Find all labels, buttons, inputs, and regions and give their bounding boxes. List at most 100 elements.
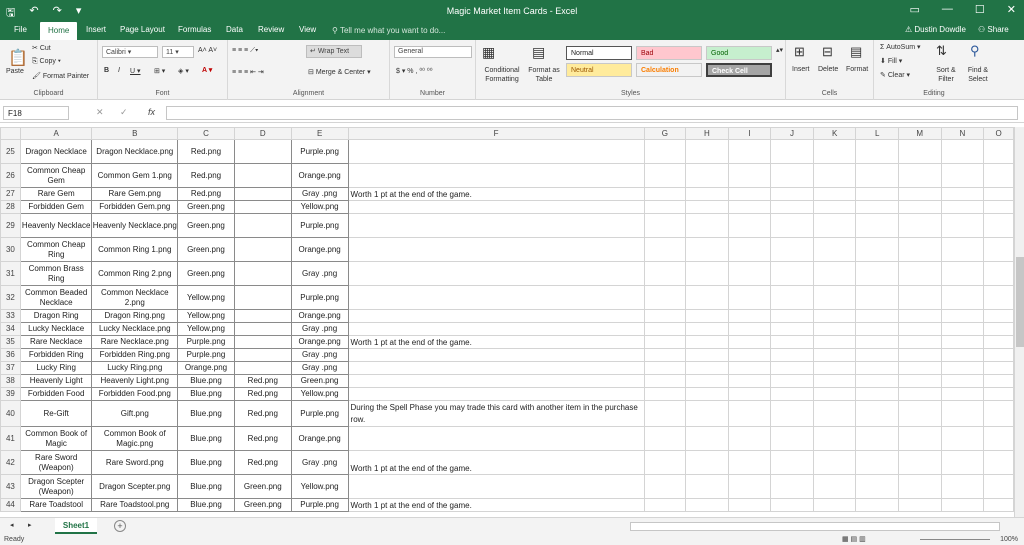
cell-empty[interactable] (983, 200, 1014, 214)
cell-empty[interactable] (685, 361, 729, 375)
cell-color-2[interactable]: Red.png (233, 426, 292, 451)
column-header-b[interactable]: B (91, 127, 179, 140)
cell-item-name[interactable]: Common Brass Ring (19, 261, 93, 286)
cell-image-file[interactable]: Rare Gem.png (91, 187, 179, 201)
cell-description[interactable] (347, 387, 645, 401)
underline-icon[interactable]: U ▾ (130, 67, 141, 75)
bold-icon[interactable]: B (104, 67, 109, 74)
share-button[interactable]: ⚇ Share (978, 25, 1009, 34)
cell-empty[interactable] (897, 387, 942, 401)
column-header-e[interactable]: E (290, 127, 349, 140)
paste-icon[interactable]: 📋 (8, 48, 28, 68)
align-top-icons[interactable]: ≡ ≡ ≡ ⟋▾ (232, 47, 258, 55)
clear-button[interactable]: ✎ Clear ▾ (880, 71, 910, 79)
cell-color-1[interactable]: Red.png (177, 187, 235, 201)
cell-description[interactable]: Worth 1 pt at the end of the game. (347, 498, 645, 512)
cell-description[interactable] (347, 322, 645, 336)
cell-empty[interactable] (983, 498, 1014, 512)
cell-empty[interactable] (685, 285, 729, 310)
cell-color-3[interactable]: Gray .png (290, 348, 349, 362)
cell-color-2[interactable] (233, 213, 292, 238)
cell-description[interactable] (347, 374, 645, 388)
row-header[interactable]: 25 (0, 139, 21, 164)
cell-empty[interactable] (940, 200, 985, 214)
row-header[interactable]: 26 (0, 163, 21, 188)
font-grow-shrink-icon[interactable]: A˄ A˅ (198, 47, 217, 54)
cell-empty[interactable] (727, 309, 772, 323)
font-size-select[interactable]: 11 ▾ (162, 46, 194, 58)
row-header[interactable]: 39 (0, 387, 21, 401)
cell-empty[interactable] (727, 200, 772, 214)
cell-color-2[interactable] (233, 200, 292, 214)
cell-color-2[interactable]: Green.png (233, 474, 292, 499)
column-header-o[interactable]: O (983, 127, 1014, 140)
cell-empty[interactable] (812, 450, 857, 475)
cell-empty[interactable] (855, 335, 899, 349)
format-cells-icon[interactable]: ▤ (850, 44, 862, 60)
column-header-g[interactable]: G (643, 127, 687, 140)
cell-color-1[interactable]: Red.png (177, 163, 235, 188)
cell-empty[interactable] (727, 322, 772, 336)
cell-empty[interactable] (770, 139, 814, 164)
cell-image-file[interactable]: Common Ring 2.png (91, 261, 179, 286)
cell-description[interactable] (347, 348, 645, 362)
column-header-j[interactable]: J (770, 127, 814, 140)
cell-image-file[interactable]: Forbidden Food.png (91, 387, 179, 401)
cell-empty[interactable] (770, 322, 814, 336)
cell-empty[interactable] (643, 163, 687, 188)
vertical-scrollbar[interactable] (1014, 127, 1024, 517)
row-header[interactable]: 29 (0, 213, 21, 238)
cell-color-2[interactable] (233, 348, 292, 362)
font-name-select[interactable]: Calibri ▾ (102, 46, 158, 58)
cell-item-name[interactable]: Common Book of Magic (19, 426, 93, 451)
cell-item-name[interactable]: Forbidden Gem (19, 200, 93, 214)
tab-file[interactable]: File (14, 25, 27, 34)
cell-description[interactable]: Worth 1 pt at the end of the game. (347, 187, 645, 201)
cell-empty[interactable] (770, 348, 814, 362)
cell-description[interactable]: Worth 1 pt at the end of the game. (347, 450, 645, 475)
cell-empty[interactable] (685, 498, 729, 512)
cell-empty[interactable] (812, 426, 857, 451)
cell-description[interactable] (347, 237, 645, 262)
cell-color-3[interactable]: Orange.png (290, 335, 349, 349)
cell-item-name[interactable]: Lucky Ring (19, 361, 93, 375)
cell-empty[interactable] (643, 322, 687, 336)
cell-empty[interactable] (685, 348, 729, 362)
align-horizontal-icons[interactable]: ≡ ≡ ≡ ⇤ ⇥ (232, 68, 264, 76)
tab-view[interactable]: View (299, 25, 316, 34)
cell-image-file[interactable]: Rare Sword.png (91, 450, 179, 475)
close-icon[interactable]: ✕ (1007, 3, 1016, 16)
column-header-n[interactable]: N (940, 127, 985, 140)
style-calculation[interactable]: Calculation (636, 63, 702, 77)
currency-percent-comma-icons[interactable]: $ ▾ % , ⁰⁰ ⁰⁰ (396, 67, 433, 75)
cell-empty[interactable] (897, 498, 942, 512)
cell-empty[interactable] (643, 139, 687, 164)
styles-more-icon[interactable]: ▴▾ (776, 46, 783, 54)
cell-empty[interactable] (855, 374, 899, 388)
cell-empty[interactable] (940, 474, 985, 499)
cell-empty[interactable] (983, 426, 1014, 451)
cell-empty[interactable] (643, 498, 687, 512)
tab-home[interactable]: Home (40, 22, 78, 40)
cell-empty[interactable] (855, 387, 899, 401)
cell-color-1[interactable]: Blue.png (177, 426, 235, 451)
cell-color-3[interactable]: Gray .png (290, 450, 349, 475)
row-header[interactable]: 40 (0, 400, 21, 427)
cell-empty[interactable] (940, 261, 985, 286)
cell-empty[interactable] (812, 348, 857, 362)
cell-empty[interactable] (643, 335, 687, 349)
cell-empty[interactable] (812, 237, 857, 262)
cell-item-name[interactable]: Rare Sword (Weapon) (19, 450, 93, 475)
cell-empty[interactable] (812, 261, 857, 286)
cell-item-name[interactable]: Rare Toadstool (19, 498, 93, 512)
cell-description[interactable]: Worth 1 pt at the end of the game. (347, 335, 645, 349)
cell-empty[interactable] (940, 163, 985, 188)
cell-empty[interactable] (770, 400, 814, 427)
row-header[interactable]: 32 (0, 285, 21, 310)
cell-empty[interactable] (727, 474, 772, 499)
cell-empty[interactable] (940, 213, 985, 238)
delete-cells-button[interactable]: Delete (818, 66, 838, 73)
conditional-formatting-button[interactable]: Conditional Formatting (480, 66, 524, 84)
cell-empty[interactable] (812, 498, 857, 512)
style-normal[interactable]: Normal (566, 46, 632, 60)
